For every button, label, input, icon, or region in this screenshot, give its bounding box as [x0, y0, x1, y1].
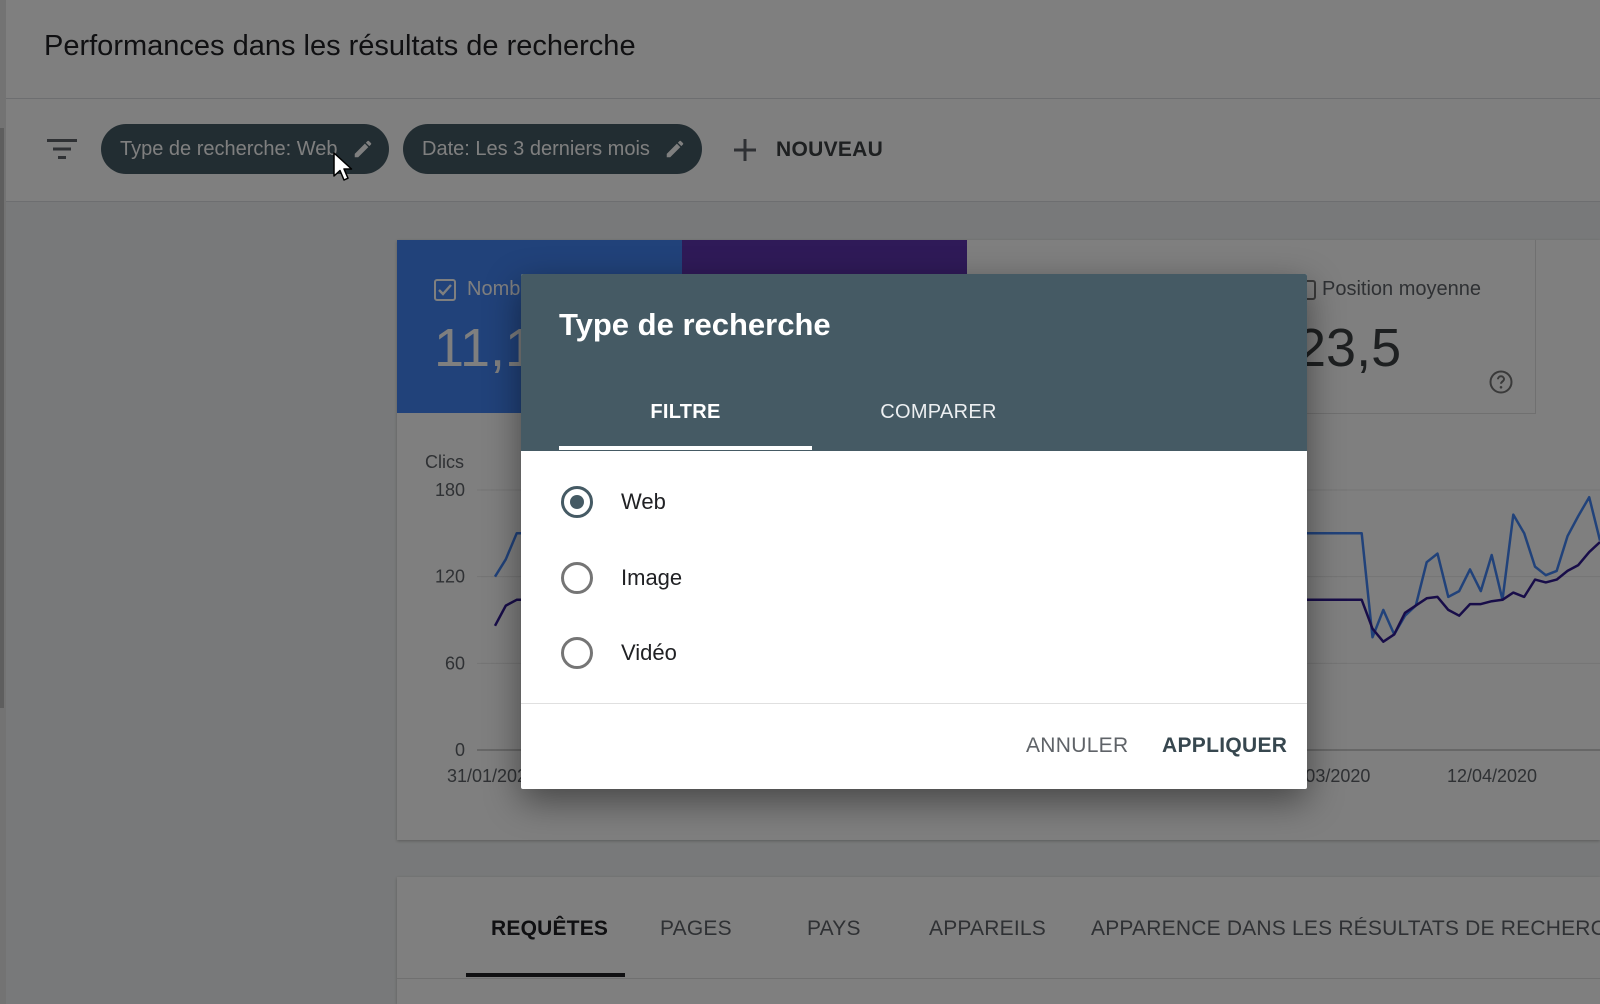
- radio-unchecked-icon[interactable]: [561, 562, 593, 594]
- cancel-button[interactable]: ANNULER: [1026, 734, 1128, 758]
- dialog-divider: [521, 703, 1307, 704]
- tab-filter[interactable]: FILTRE: [559, 401, 812, 424]
- dialog-title: Type de recherche: [559, 307, 831, 342]
- dialog-tab-indicator: [559, 446, 812, 450]
- dialog-header: [521, 274, 1307, 451]
- radio-unchecked-icon[interactable]: [561, 637, 593, 669]
- option-image[interactable]: Image: [561, 558, 682, 598]
- mouse-cursor-icon: [333, 152, 353, 181]
- option-video-label: Vidéo: [621, 640, 677, 665]
- apply-button[interactable]: APPLIQUER: [1162, 734, 1287, 758]
- option-web-label: Web: [621, 489, 666, 514]
- radio-checked-icon[interactable]: [561, 486, 593, 518]
- option-video[interactable]: Vidéo: [561, 633, 677, 673]
- option-image-label: Image: [621, 565, 683, 590]
- search-type-dialog: Type de recherche FILTRE COMPARER Web Im…: [521, 274, 1307, 789]
- option-web[interactable]: Web: [561, 482, 666, 522]
- tab-compare[interactable]: COMPARER: [812, 401, 1065, 424]
